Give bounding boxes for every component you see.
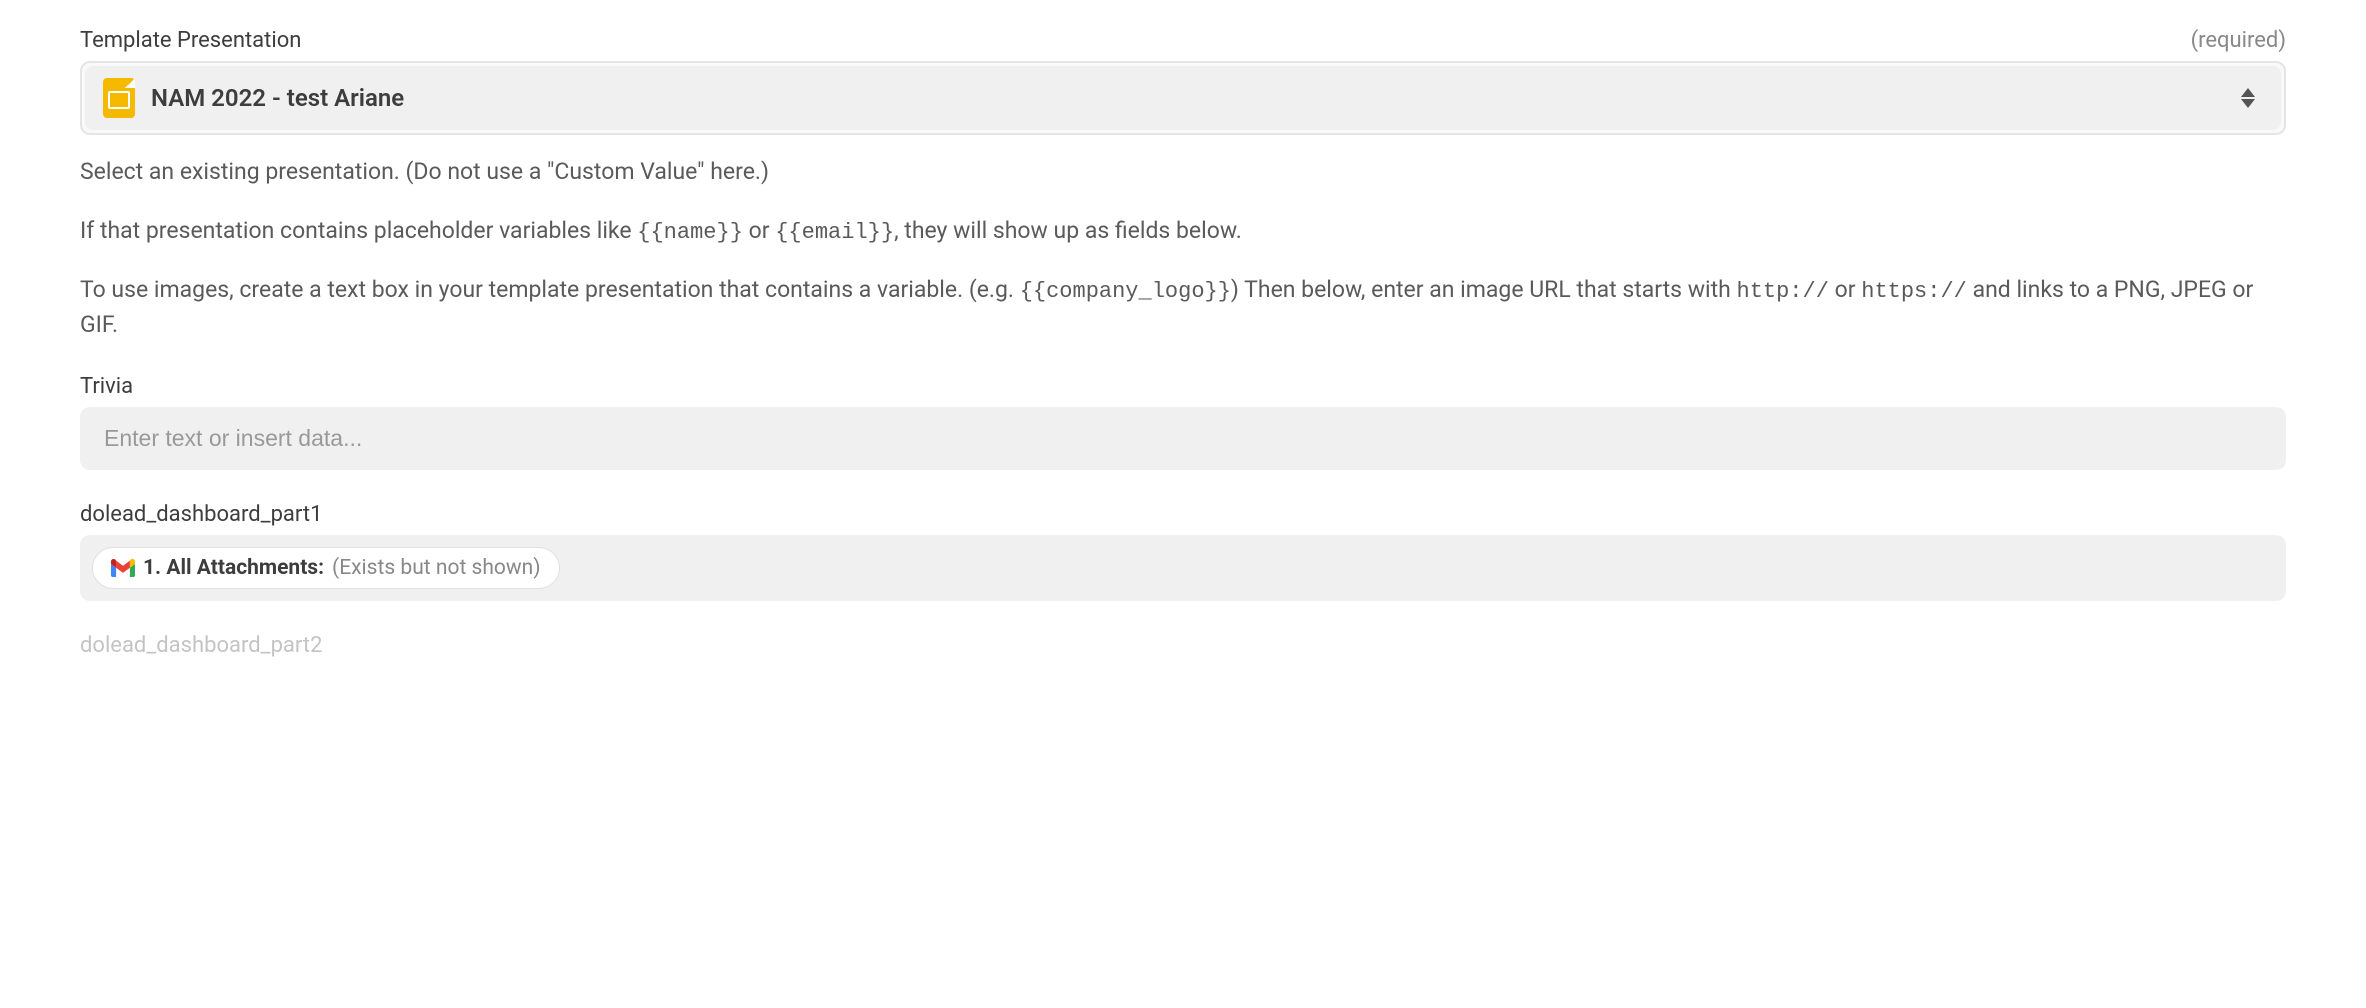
help-text-span: or xyxy=(1829,276,1861,303)
help-text-span: To use images, create a text box in your… xyxy=(80,276,1020,303)
help-text-span: If that presentation contains placeholde… xyxy=(80,217,637,244)
template-presentation-select[interactable]: NAM 2022 - test Ariane xyxy=(85,66,2281,130)
select-wrapper: NAM 2022 - test Ariane xyxy=(80,61,2286,135)
help-code: {{name}} xyxy=(637,220,743,245)
gmail-icon xyxy=(111,559,135,577)
help-text-span: ) Then below, enter an image URL that st… xyxy=(1231,276,1737,303)
help-code: https:// xyxy=(1861,279,1967,304)
required-indicator: (required) xyxy=(2191,28,2286,53)
attachment-pill[interactable]: 1. All Attachments: (Exists but not show… xyxy=(92,547,560,589)
help-code: {{email}} xyxy=(775,220,894,245)
help-text-span: or xyxy=(743,217,775,244)
template-presentation-label: Template Presentation xyxy=(80,28,301,53)
help-paragraph-1: Select an existing presentation. (Do not… xyxy=(80,155,2286,190)
dashboard-part1-label: dolead_dashboard_part1 xyxy=(80,502,2286,527)
google-slides-icon xyxy=(103,78,135,118)
help-paragraph-2: If that presentation contains placeholde… xyxy=(80,214,2286,249)
attachment-status: (Exists but not shown) xyxy=(332,556,541,580)
help-text: Select an existing presentation. (Do not… xyxy=(80,155,2286,342)
label-row: Template Presentation (required) xyxy=(80,28,2286,53)
help-code: http:// xyxy=(1737,279,1829,304)
help-code: {{company_logo}} xyxy=(1020,279,1231,304)
trivia-input-wrapper xyxy=(80,407,2286,470)
dashboard-part1-wrapper[interactable]: 1. All Attachments: (Exists but not show… xyxy=(80,535,2286,601)
dashboard-part1-section: dolead_dashboard_part1 1. All Attachment… xyxy=(80,502,2286,601)
template-presentation-section: Template Presentation (required) NAM 202… xyxy=(80,28,2286,342)
trivia-section: Trivia xyxy=(80,374,2286,470)
trivia-label: Trivia xyxy=(80,374,2286,399)
sort-icon xyxy=(2241,88,2255,108)
help-paragraph-3: To use images, create a text box in your… xyxy=(80,273,2286,343)
select-value: NAM 2022 - test Ariane xyxy=(151,84,2241,112)
attachment-label: 1. All Attachments: xyxy=(143,556,324,580)
dashboard-part2-label: dolead_dashboard_part2 xyxy=(80,633,2286,658)
trivia-input[interactable] xyxy=(104,425,2262,452)
help-text-span: , they will show up as fields below. xyxy=(894,217,1242,244)
